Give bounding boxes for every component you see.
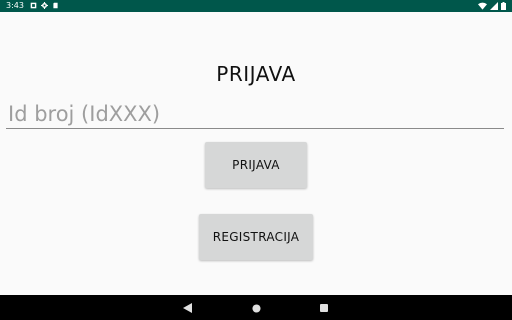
home-icon[interactable] [249,301,263,315]
sd-card-icon [53,2,58,9]
login-button[interactable]: PRIJAVA [205,142,307,188]
wifi-icon [478,2,487,10]
register-button[interactable]: REGISTRACIJA [199,214,313,260]
navigation-bar [0,295,512,320]
id-number-input[interactable] [6,99,504,129]
back-icon[interactable] [180,301,194,315]
page-title: PRIJAVA [216,62,296,86]
status-time: 3:43 [6,1,24,10]
settings-icon [41,2,48,9]
status-bar: 3:43 [0,0,512,12]
signal-icon [490,2,498,10]
recents-icon[interactable] [317,301,331,315]
battery-icon [501,2,506,10]
notification-icon [30,2,37,9]
